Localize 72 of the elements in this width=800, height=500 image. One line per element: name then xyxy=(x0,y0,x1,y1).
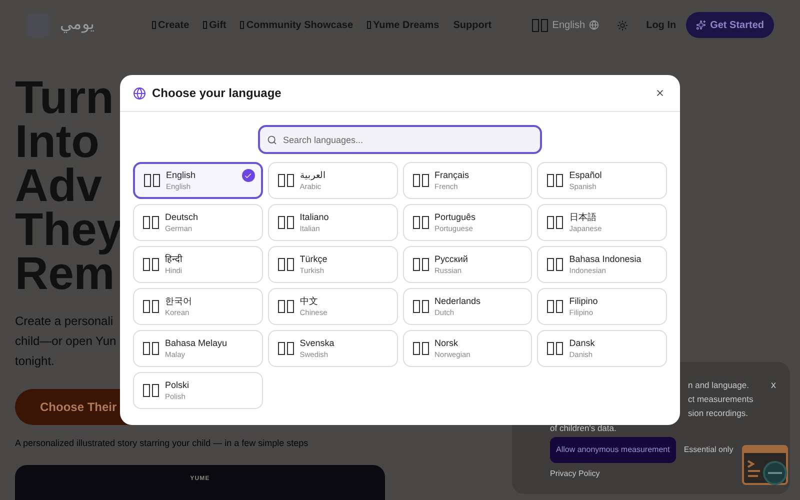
language-native-name: Türkçe xyxy=(300,253,328,265)
hero-subtitle-line: Create a personali xyxy=(15,313,114,330)
cookie-text-line: ct measurements xyxy=(688,393,754,406)
language-native-name: العربية xyxy=(300,169,326,181)
flag-icon xyxy=(547,174,564,187)
flag-icon xyxy=(143,258,159,271)
nav-icon xyxy=(367,21,372,29)
privacy-link[interactable]: Privacy Policy xyxy=(550,468,600,480)
hero-title-line: Into xyxy=(15,119,100,163)
cookie-text-line: sion recordings. xyxy=(688,407,750,420)
flag-icon xyxy=(547,258,564,271)
flag-icon xyxy=(143,384,159,397)
sun-icon[interactable] xyxy=(617,20,628,30)
close-icon xyxy=(655,88,665,98)
search-icon xyxy=(267,135,277,145)
language-native-name: Bahasa Melayu xyxy=(165,337,228,349)
flag-icon xyxy=(143,342,159,355)
close-button[interactable]: x xyxy=(771,378,776,393)
language-native-name: English xyxy=(166,169,196,181)
flag-icon xyxy=(412,300,428,313)
flag-icon xyxy=(143,216,159,229)
cookie-text-line: of children's data. xyxy=(550,422,616,434)
flag-icon xyxy=(144,174,160,187)
language-native-name: Português xyxy=(434,211,476,223)
language-native-name: Bahasa Indonesia xyxy=(569,253,642,265)
hero-title-line: Turn xyxy=(15,75,114,119)
flag-icon xyxy=(412,216,428,229)
language-native-name: Polski xyxy=(165,379,190,391)
hero-subtitle-line: child—or open Yun xyxy=(15,333,116,350)
language-native-name: 中文 xyxy=(300,295,319,307)
cookie-text-line: n and language. xyxy=(688,379,750,392)
sparkle-icon xyxy=(696,20,706,30)
language-native-name: Dansk xyxy=(569,337,595,349)
flag-icon xyxy=(412,174,428,187)
flag-icon xyxy=(278,216,294,229)
hero-subtitle-line: tonight. xyxy=(15,353,54,370)
hero-title-line: Adv xyxy=(15,163,102,207)
essential-only-button[interactable]: Essential only xyxy=(684,444,734,456)
language-native-name: Français xyxy=(434,169,470,181)
flag-icon xyxy=(278,342,294,355)
nav-icon xyxy=(152,21,156,29)
hero-caption: A personalized illustrated story starring your child — in a few simple steps xyxy=(15,437,308,450)
flag-icon xyxy=(412,342,428,355)
globe-icon xyxy=(589,20,600,30)
flag-icon xyxy=(278,174,294,187)
flag-icon xyxy=(278,258,294,271)
language-native-name: Svenska xyxy=(300,337,334,349)
nav-icon xyxy=(203,21,208,29)
flag-icon xyxy=(143,300,159,313)
language-native-name: Filipino xyxy=(569,295,598,307)
language-native-name: Русский xyxy=(434,253,468,265)
language-native-name: 日本語 xyxy=(569,211,598,223)
language-native-name: Nederlands xyxy=(434,295,481,307)
flag-icon xyxy=(547,342,564,355)
check-icon xyxy=(242,169,255,182)
flag-icon xyxy=(278,300,294,313)
dialog-title: Choose your language xyxy=(152,85,282,102)
globe-icon xyxy=(133,86,146,100)
flag-icon xyxy=(547,300,564,313)
language-native-name: हिन्दी xyxy=(165,253,182,265)
language-native-name: Español xyxy=(569,169,602,181)
allow-measurement-button[interactable]: Allow anonymous measurement xyxy=(550,437,676,463)
language-native-name: Italiano xyxy=(300,211,329,223)
flag-icon xyxy=(412,258,428,271)
language-native-name: Norsk xyxy=(434,337,460,349)
nav-icon xyxy=(240,21,244,29)
language-native-name: Deutsch xyxy=(165,211,198,223)
get-started-button[interactable]: Get Started xyxy=(686,12,774,38)
search-field[interactable]: Search languages... xyxy=(258,125,542,154)
language-native-name: 한국어 xyxy=(165,295,192,307)
flag-icon xyxy=(532,18,548,32)
flag-icon xyxy=(547,216,564,229)
